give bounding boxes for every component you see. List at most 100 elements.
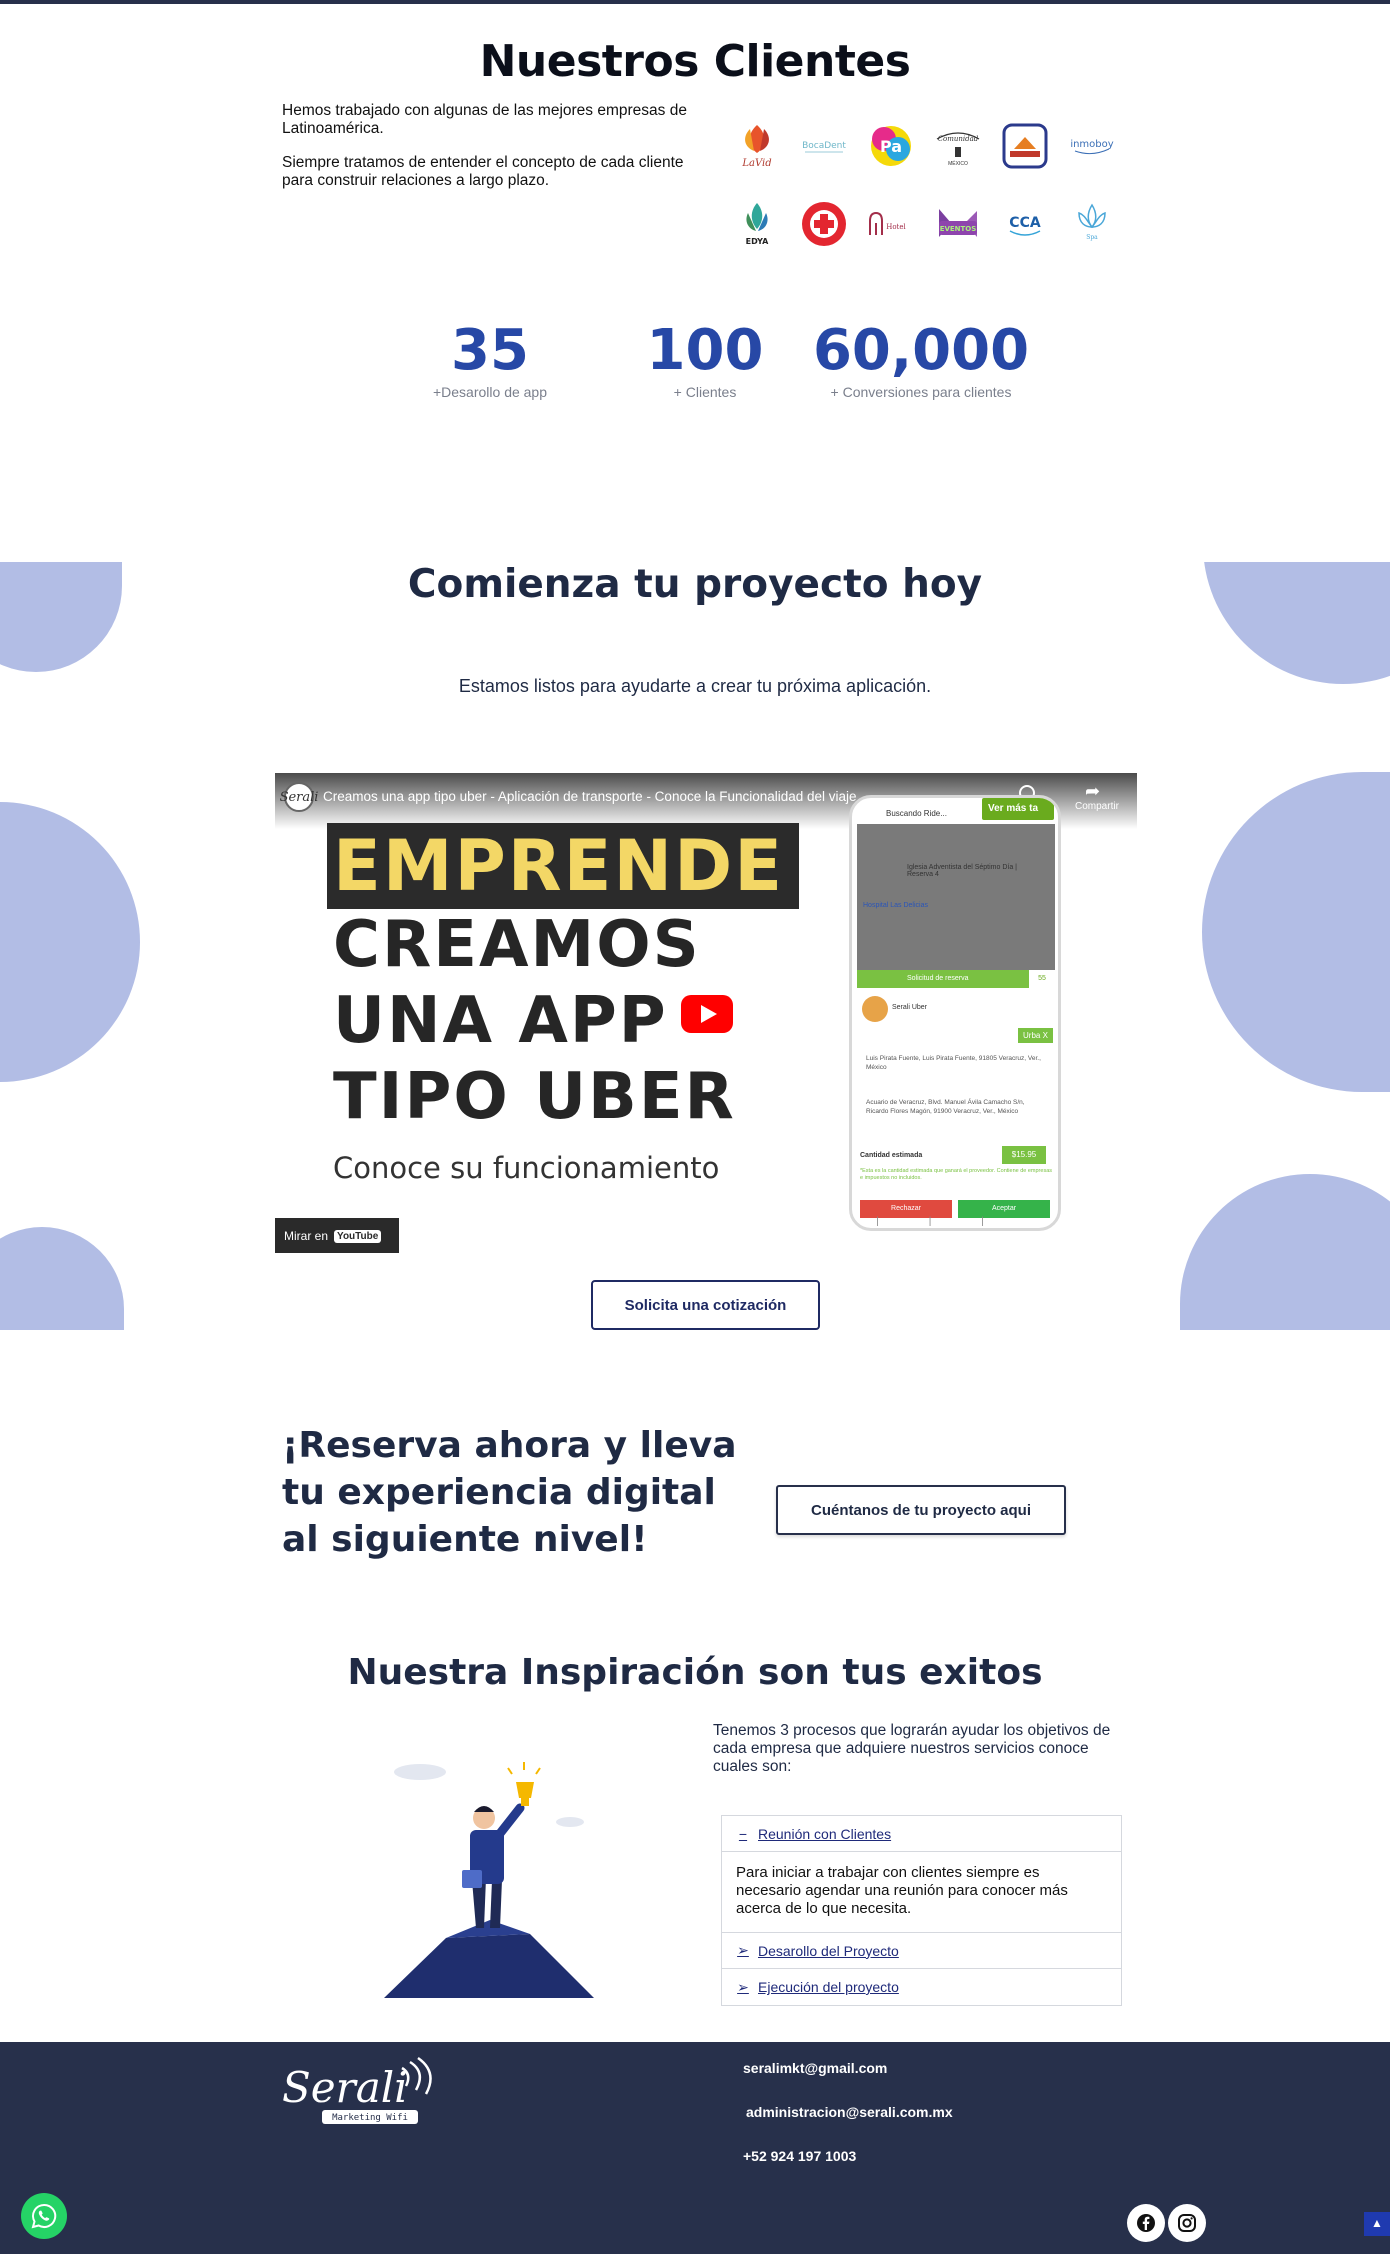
process-accordion: − Reunión con Clientes Para iniciar a tr… bbox=[721, 1815, 1122, 2006]
svg-text:Comunidad: Comunidad bbox=[938, 135, 979, 143]
svg-text:EDYA: EDYA bbox=[746, 237, 770, 246]
decor-shape bbox=[0, 1227, 124, 1330]
phone-mockup: Buscando Ride... Ver más ta Iglesia Adve… bbox=[849, 795, 1061, 1231]
decor-shape bbox=[1202, 772, 1390, 1092]
stat-apps-value: 35 bbox=[451, 318, 529, 383]
phone-ride-tag: Urba X bbox=[1018, 1028, 1053, 1043]
footer-phone[interactable]: +52 924 197 1003 bbox=[743, 2148, 856, 2164]
whatsapp-chat-button[interactable] bbox=[21, 2193, 67, 2239]
client-logo-hotel: Hotel bbox=[864, 196, 918, 252]
tell-us-project-button[interactable]: Cuéntanos de tu proyecto aqui bbox=[776, 1485, 1066, 1535]
thumbnail-emprende: EMPRENDE bbox=[327, 823, 799, 909]
facebook-link[interactable] bbox=[1127, 2204, 1165, 2242]
accordion-title-execution: Ejecución del proyecto bbox=[758, 1979, 899, 1995]
accordion-title-development: Desarollo del Proyecto bbox=[758, 1942, 899, 1959]
stat-conversions-value: 60,000 bbox=[812, 318, 1030, 383]
phone-amount: $15.95 bbox=[1002, 1146, 1046, 1164]
clients-paragraph-1: Hemos trabajado con algunas de las mejor… bbox=[282, 102, 687, 137]
decor-shape bbox=[1180, 1174, 1390, 1330]
clients-paragraph-2: Siempre tratamos de entender el concepto… bbox=[282, 154, 684, 189]
phone-request-bar: Solicitud de reserva 55 bbox=[857, 970, 1055, 988]
thumbnail-line-3: TIPO UBER bbox=[333, 1060, 736, 1134]
scroll-to-top-button[interactable]: ▲ bbox=[1364, 2212, 1390, 2236]
svg-text:CCA: CCA bbox=[1009, 215, 1041, 231]
clients-title: Nuestros Clientes bbox=[479, 36, 911, 87]
youtube-logo: YouTube bbox=[334, 1229, 382, 1243]
footer-logo-subtitle: Marketing Wifi bbox=[332, 2113, 408, 2123]
chevron-up-icon: ▲ bbox=[1371, 2216, 1383, 2230]
watch-on-label: Mirar en bbox=[284, 1229, 329, 1243]
map-label-church: Iglesia Adventista del Séptimo Día | Res… bbox=[907, 864, 1017, 878]
phone-more-button: Ver más ta bbox=[982, 798, 1054, 820]
share-icon[interactable]: ➦ bbox=[1085, 781, 1100, 802]
map-label-hospital: Hospital Las Delicias bbox=[863, 902, 928, 909]
footer-logo-text: Serali bbox=[282, 2063, 408, 2112]
accordion-item-execution[interactable]: ➢ Ejecución del proyecto bbox=[722, 1969, 1121, 2005]
stat-conversions: 60,000 + Conversiones para clientes bbox=[812, 318, 1030, 401]
share-label: Compartir bbox=[1075, 801, 1119, 812]
inspiration-intro: Tenemos 3 procesos que lograrán ayudar l… bbox=[713, 1722, 1111, 1775]
phone-origin: Luis Pirata Fuente, Luis Pirata Fuente, … bbox=[866, 1055, 1041, 1071]
project-title: Comienza tu proyecto hoy bbox=[407, 562, 983, 607]
svg-text:EVENTOS: EVENTOS bbox=[940, 225, 977, 233]
youtube-video-embed[interactable]: Serali Creamos una app tipo uber - Aplic… bbox=[275, 773, 1137, 1253]
footer-email-1[interactable]: seralimkt@gmail.com bbox=[743, 2060, 887, 2076]
clients-description: Hemos trabajado con algunas de las mejor… bbox=[282, 102, 692, 190]
client-logo-eventos: EVENTOS bbox=[931, 196, 985, 252]
svg-text:LaVid: LaVid bbox=[741, 158, 771, 169]
accordion-item-development[interactable]: ➢ Desarollo del Proyecto bbox=[722, 1933, 1121, 1969]
stat-apps: 35 +Desarollo de app bbox=[425, 318, 555, 401]
thumbnail-line-2: UNA APP bbox=[333, 984, 668, 1058]
svg-text:MÉXICO: MÉXICO bbox=[948, 160, 968, 167]
stat-clients-value: 100 bbox=[646, 318, 764, 383]
stat-conversions-label: + Conversiones para clientes bbox=[830, 384, 1012, 400]
play-button[interactable] bbox=[681, 995, 733, 1033]
client-logo-edya: EDYA bbox=[730, 196, 784, 252]
project-subtitle: Estamos listos para ayudarte a crear tu … bbox=[458, 676, 932, 696]
video-title[interactable]: Creamos una app tipo uber - Aplicación d… bbox=[323, 789, 857, 804]
client-logo-cca: CCA bbox=[998, 196, 1052, 252]
watch-on-youtube-button[interactable]: Mirar en YouTube bbox=[275, 1218, 399, 1253]
phone-amount-label: Cantidad estimada bbox=[860, 1152, 923, 1159]
client-logos: LaVid BocaDent Pa Comunidad MÉXICO inmobo… bbox=[730, 118, 1114, 252]
svg-text:Hotel: Hotel bbox=[886, 223, 906, 231]
client-logo-lavid: LaVid bbox=[730, 118, 784, 174]
request-quote-button[interactable]: Solicita una cotización bbox=[591, 1280, 820, 1330]
reserve-title: ¡Reserva ahora y lleva tu experiencia di… bbox=[282, 1425, 737, 1560]
decor-shape bbox=[0, 802, 140, 1082]
svg-text:inmoboy: inmoboy bbox=[1070, 139, 1113, 150]
top-bar bbox=[0, 0, 1390, 4]
footer-email-2[interactable]: administracion@serali.com.mx bbox=[746, 2104, 953, 2120]
client-logo-comunidad: Comunidad MÉXICO bbox=[931, 118, 985, 174]
thumbnail-emprende-text: EMPRENDE bbox=[333, 825, 785, 907]
paper-plane-icon: ➢ bbox=[737, 1942, 749, 1958]
phone-avatar bbox=[862, 996, 888, 1022]
phone-map: Iglesia Adventista del Séptimo Día | Res… bbox=[857, 824, 1055, 970]
stat-clients: 100 + Clientes bbox=[640, 318, 770, 401]
phone-note: *Esta es la cantidad estimada que ganará… bbox=[860, 1168, 1053, 1181]
client-logo-bocadent: BocaDent bbox=[797, 118, 851, 174]
svg-text:Pa: Pa bbox=[880, 137, 902, 156]
footer: Serali Marketing Wifi seralimkt@gmail.co… bbox=[0, 2042, 1390, 2254]
client-logo-spa: Spa bbox=[1065, 196, 1119, 252]
phone-user-name: Serali Uber bbox=[892, 1004, 928, 1011]
svg-text:BocaDent: BocaDent bbox=[802, 141, 846, 151]
channel-logo[interactable]: Serali bbox=[280, 782, 318, 812]
footer-logo[interactable]: Serali Marketing Wifi bbox=[282, 2056, 432, 2132]
phone-request-value: 55 bbox=[1029, 970, 1055, 988]
client-logo-party: Pa bbox=[864, 118, 918, 174]
whatsapp-icon bbox=[31, 2203, 57, 2229]
phone-nav-bar: |||○‹ bbox=[876, 1216, 1034, 1228]
accordion-item-meeting[interactable]: − Reunión con Clientes bbox=[722, 1816, 1121, 1852]
accordion-body-meeting: Para iniciar a trabajar con clientes sie… bbox=[722, 1852, 1121, 1933]
client-logo-cruz bbox=[797, 196, 851, 252]
client-logo-restaurante bbox=[998, 118, 1052, 174]
instagram-link[interactable] bbox=[1168, 2204, 1206, 2242]
phone-request-label: Solicitud de reserva bbox=[907, 975, 969, 982]
stat-clients-label: + Clientes bbox=[673, 384, 737, 400]
svg-text:Spa: Spa bbox=[1086, 234, 1098, 241]
success-illustration bbox=[384, 1762, 594, 1998]
paper-plane-icon: ➢ bbox=[737, 1978, 749, 1995]
accordion-title-meeting: Reunión con Clientes bbox=[758, 1825, 892, 1842]
client-logo-inmoboy: inmoboy bbox=[1065, 118, 1119, 174]
